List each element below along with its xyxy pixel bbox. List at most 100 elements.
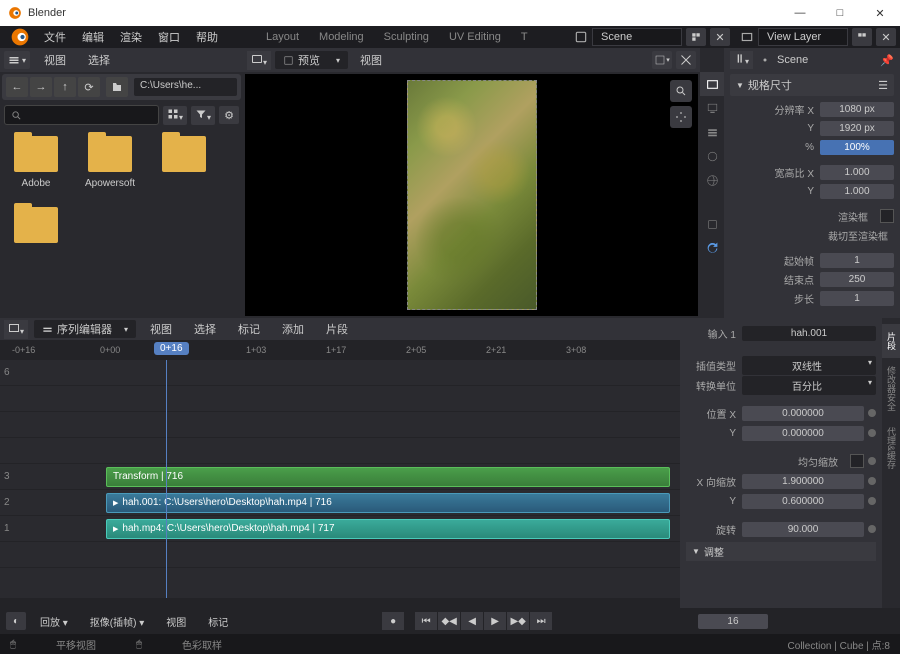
autokey-button[interactable]: ● — [382, 612, 404, 630]
seq-menu-view[interactable]: 视图 — [142, 318, 180, 340]
folder-item[interactable]: Apowersoft — [82, 136, 138, 189]
start-field[interactable]: 1 — [820, 253, 894, 268]
end-field[interactable]: 250 — [820, 272, 894, 287]
keyframe-dot[interactable] — [868, 525, 876, 533]
zoom-tool-button[interactable] — [670, 80, 692, 102]
res-x-field[interactable]: 1080 px — [820, 102, 894, 117]
menu-window[interactable]: 窗口 — [150, 26, 188, 48]
side-tab-strip[interactable]: 片段 — [882, 324, 900, 358]
scalex-field[interactable]: 1.900000 — [742, 474, 864, 489]
nav-back-button[interactable]: ← — [6, 77, 28, 97]
folder-item[interactable] — [8, 207, 64, 243]
folder-item[interactable] — [156, 136, 212, 189]
filebrowser-editor-dropdown[interactable]: ▾ — [4, 51, 30, 69]
fb-menu-view[interactable]: 视图 — [36, 49, 74, 71]
tab-layout[interactable]: Layout — [256, 28, 309, 46]
res-pct-field[interactable]: 100% — [820, 140, 894, 155]
panel-dimensions-header[interactable]: ▼ 规格尺寸 ☰ — [730, 74, 894, 96]
strip-video-1[interactable]: ▶hah.001: C:\Users\hero\Desktop\hah.mp4 … — [106, 493, 670, 513]
prop-tab-output[interactable] — [700, 96, 724, 120]
posx-field[interactable]: 0.000000 — [742, 406, 864, 421]
maximize-button[interactable]: □ — [820, 0, 860, 26]
folder-item[interactable]: Adobe — [8, 136, 64, 189]
prop-tab-scene[interactable] — [700, 144, 724, 168]
fb-menu-select[interactable]: 选择 — [80, 49, 118, 71]
seq-menu-select[interactable]: 选择 — [186, 318, 224, 340]
blender-logo-icon[interactable] — [10, 27, 30, 47]
preview-editor-dropdown[interactable]: ▾ — [247, 51, 271, 70]
prop-tab-object[interactable] — [700, 212, 724, 236]
playhead-label[interactable]: 0+16 — [154, 342, 189, 355]
search-input[interactable] — [4, 105, 159, 125]
tab-uv[interactable]: UV Editing — [439, 28, 511, 46]
menu-edit[interactable]: 编辑 — [74, 26, 112, 48]
interp-dropdown[interactable]: 双线性 ▾ — [742, 356, 876, 375]
preview-menu-view[interactable]: 视图 — [352, 49, 390, 71]
timeline-scrollbar[interactable] — [0, 598, 680, 608]
menu-help[interactable]: 帮助 — [188, 26, 226, 48]
viewlayer-selector[interactable]: View Layer — [758, 28, 848, 46]
keyframe-next-button[interactable]: ▶◆ — [507, 612, 529, 630]
posy-field[interactable]: 0.000000 — [742, 426, 864, 441]
input1-field[interactable]: hah.001 — [742, 326, 876, 341]
scaley-field[interactable]: 0.600000 — [742, 494, 864, 509]
playback-menu[interactable]: 回放 ▾ — [32, 611, 76, 632]
prop-tab-world[interactable] — [700, 168, 724, 192]
keyframe-dot[interactable] — [868, 497, 876, 505]
play-reverse-button[interactable]: ◀ — [461, 612, 483, 630]
keyframe-dot[interactable] — [868, 457, 876, 465]
nav-newfolder-button[interactable] — [106, 77, 128, 97]
step-field[interactable]: 1 — [820, 291, 894, 306]
prop-tab-render[interactable] — [700, 72, 724, 96]
filter-dropdown[interactable]: ▾ — [191, 106, 215, 125]
timeline-ruler[interactable]: -0+16 0+00 0+16 1+03 1+17 2+05 2+21 3+08… — [0, 340, 680, 360]
keyframe-dot[interactable] — [868, 477, 876, 485]
aspect-x-field[interactable]: 1.000 — [820, 165, 894, 180]
preview-image[interactable] — [407, 80, 537, 310]
menu-render[interactable]: 渲染 — [112, 26, 150, 48]
side-tab-proxy[interactable]: 代理&缓存 — [882, 419, 900, 477]
playbar-marker-menu[interactable]: 标记 — [200, 611, 236, 632]
play-button[interactable]: ▶ — [484, 612, 506, 630]
tab-sculpting[interactable]: Sculpting — [374, 28, 439, 46]
keyframe-dot[interactable] — [868, 409, 876, 417]
viewlayer-browse-button[interactable] — [852, 28, 872, 46]
strip-video-2[interactable]: ▶hah.mp4: C:\Users\hero\Desktop\hah.mp4 … — [106, 519, 670, 539]
settings-icon[interactable]: ⚙ — [219, 106, 239, 124]
preview-channels-button[interactable]: ▾ — [652, 51, 672, 69]
border-checkbox[interactable] — [880, 209, 894, 223]
preview-mode-dropdown[interactable]: 预览▾ — [275, 51, 348, 69]
tab-texture[interactable]: T — [511, 28, 538, 46]
menu-file[interactable]: 文件 — [36, 26, 74, 48]
seq-menu-marker[interactable]: 标记 — [230, 318, 268, 340]
scene-selector[interactable]: Scene — [592, 28, 682, 46]
uniform-checkbox[interactable] — [850, 454, 864, 468]
pin-icon[interactable]: 📌 — [880, 54, 894, 67]
minimize-button[interactable]: — — [780, 0, 820, 26]
tab-modeling[interactable]: Modeling — [309, 28, 374, 46]
path-field[interactable]: C:\Users\he... — [134, 78, 237, 96]
playbar-view-menu[interactable]: 视图 — [158, 611, 194, 632]
props-editor-dropdown[interactable]: ▾ — [730, 51, 753, 69]
playhead[interactable] — [166, 360, 167, 598]
viewlayer-delete-button[interactable]: ✕ — [876, 28, 896, 46]
prop-tab-viewlayer[interactable] — [700, 120, 724, 144]
unit-dropdown[interactable]: 百分比 ▾ — [742, 376, 876, 395]
current-frame-field[interactable]: 16 — [698, 614, 768, 629]
seq-menu-strip[interactable]: 片段 — [318, 318, 356, 340]
res-y-field[interactable]: 1920 px — [820, 121, 894, 136]
adjust-panel-header[interactable]: ▼调整 — [686, 542, 876, 561]
nav-forward-button[interactable]: → — [30, 77, 52, 97]
jump-start-button[interactable]: ⏮ — [415, 612, 437, 630]
playback-sync-button[interactable]: ◐ — [6, 612, 26, 630]
nav-up-button[interactable]: ↑ — [54, 77, 76, 97]
scene-delete-button[interactable]: ✕ — [710, 28, 730, 46]
pan-tool-button[interactable] — [670, 106, 692, 128]
seq-editor-dropdown[interactable]: ▾ — [4, 320, 28, 339]
nav-refresh-button[interactable]: ⟳ — [78, 77, 100, 97]
preview-overlay-button[interactable] — [676, 51, 696, 69]
side-tab-modifiers[interactable]: 修改器安全 — [882, 358, 900, 419]
rot-field[interactable]: 90.000 — [742, 522, 864, 537]
prop-tab-modifier[interactable] — [700, 236, 724, 260]
capture-menu[interactable]: 抠像(插帧) ▾ — [82, 611, 152, 632]
